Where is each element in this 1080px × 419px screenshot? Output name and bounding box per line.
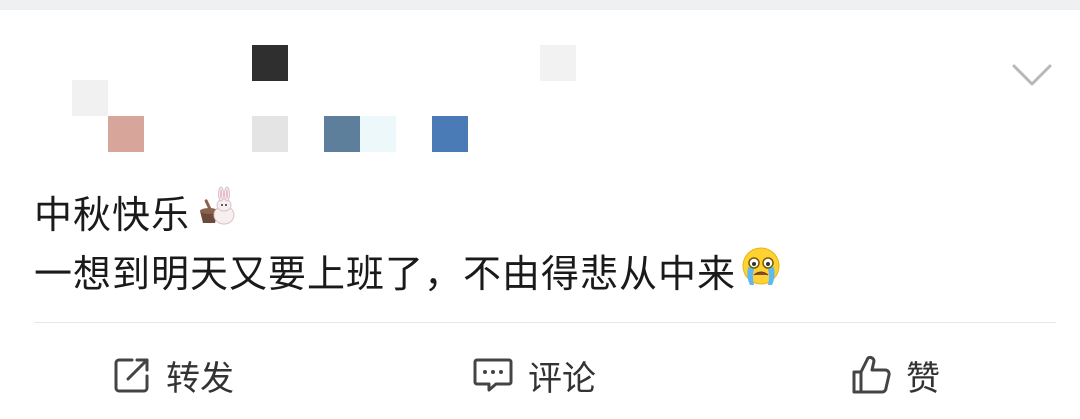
action-bar-divider [34,322,1056,323]
repost-button[interactable]: 转发 [112,345,234,405]
chevron-down-icon[interactable] [1010,60,1054,90]
mosaic-block [108,116,144,152]
thumbs-up-icon [850,354,892,396]
mosaic-block [540,45,576,81]
rabbit-mochi-emoji-icon [194,185,238,245]
mosaic-block [72,80,108,116]
post-line-1: 中秋快乐 [34,185,782,245]
mosaic-block [432,116,468,152]
top-divider-strip [0,0,1080,10]
post-content: 中秋快乐 一想到明天又要上班了，不由得悲从中来 [34,185,782,303]
comment-label: 评论 [528,358,596,399]
like-label: 赞 [906,358,940,399]
mosaic-block [252,116,288,152]
post-text-line-2: 一想到明天又要上班了，不由得悲从中来 [34,252,737,296]
action-bar: 转发 评论 赞 [0,345,1080,405]
repost-label: 转发 [166,358,234,399]
crying-face-emoji-icon [740,245,782,303]
mosaic-block [252,45,288,81]
post-text-line-1: 中秋快乐 [34,193,191,237]
comment-button[interactable]: 评论 [472,345,596,405]
share-icon [112,355,152,395]
mosaic-block [360,116,396,152]
comment-icon [472,355,514,395]
like-button[interactable]: 赞 [850,345,940,405]
weibo-post-card: 中秋快乐 一想到明天又要上班了，不由得悲从中来 转发 评论 赞 [0,0,1080,419]
mosaic-block [324,116,360,152]
post-line-2: 一想到明天又要上班了，不由得悲从中来 [34,245,782,303]
